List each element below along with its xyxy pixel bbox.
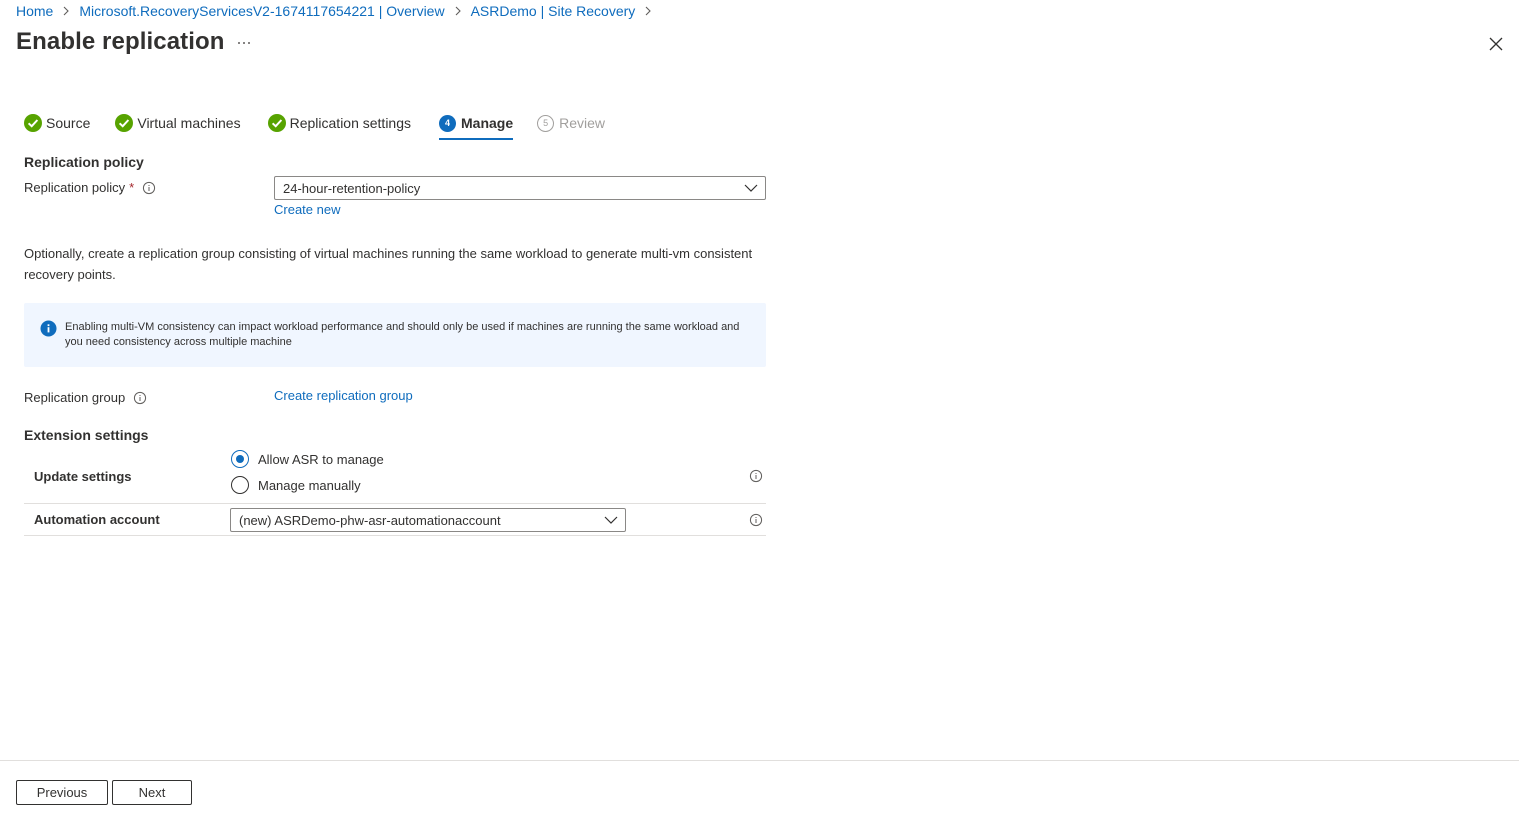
multi-vm-info-text: Enabling multi-VM consistency can impact… [65,321,740,348]
required-marker: * [129,180,135,195]
multi-vm-info-banner: Enabling multi-VM consistency can impact… [24,303,766,367]
tab-virtual-machines-label: Virtual machines [137,115,241,131]
replication-group-label: Replication group [24,390,147,405]
tab-review-label: Review [559,115,606,131]
info-filled-icon [40,320,57,337]
info-icon[interactable] [133,391,147,405]
info-icon[interactable] [749,469,763,483]
radio-manage-manually[interactable]: Manage manually [231,476,361,494]
radio-allow-asr-manage[interactable]: Allow ASR to manage [231,450,384,468]
breadcrumb: Home Microsoft.RecoveryServicesV2-167411… [16,2,661,20]
next-button[interactable]: Next [112,780,192,805]
step-number-badge: 4 [439,114,457,132]
replication-policy-label-text: Replication policy [24,180,126,195]
replication-policy-heading: Replication policy [24,154,144,170]
footer-divider [0,760,1519,761]
breadcrumb-recovery-vault[interactable]: Microsoft.RecoveryServicesV2-16741176542… [79,3,444,19]
update-settings-label: Update settings [34,469,132,484]
check-circle-icon [24,114,42,132]
tab-virtual-machines[interactable]: Virtual machines [115,110,241,136]
info-icon[interactable] [142,181,156,195]
row-divider [24,503,766,504]
automation-account-value: (new) ASRDemo-phw-asr-automationaccount [239,512,501,528]
radio-button-checked[interactable] [231,450,249,468]
create-replication-group-link[interactable]: Create replication group [274,388,413,403]
replication-group-label-text: Replication group [24,390,126,405]
tab-manage[interactable]: 4 Manage [439,110,514,140]
info-icon[interactable] [749,513,763,527]
chevron-right-icon [63,6,70,16]
chevron-down-icon [744,184,758,192]
row-divider [24,535,766,536]
previous-button[interactable]: Previous [16,780,108,805]
chevron-right-icon [645,6,652,16]
tab-replication-settings-label: Replication settings [289,115,412,131]
chevron-down-icon [604,516,618,524]
replication-policy-dropdown[interactable]: 24-hour-retention-policy [274,176,766,200]
tab-review[interactable]: 5 Review [537,110,605,136]
wizard-steps: Source Virtual machines Replication sett… [24,110,605,142]
more-options-icon[interactable] [234,34,254,52]
extension-settings-heading: Extension settings [24,427,149,443]
radio-allow-asr-manage-label: Allow ASR to manage [258,451,384,467]
tab-manage-label: Manage [461,115,514,131]
close-icon[interactable] [1486,34,1506,54]
enable-replication-page: Home Microsoft.RecoveryServicesV2-167411… [0,0,1519,821]
step-number-badge: 5 [537,114,555,132]
radio-button-unchecked[interactable] [231,476,249,494]
breadcrumb-home[interactable]: Home [16,3,53,19]
radio-manage-manually-label: Manage manually [258,477,361,493]
automation-account-dropdown[interactable]: (new) ASRDemo-phw-asr-automationaccount [230,508,626,532]
automation-account-label: Automation account [34,512,160,527]
breadcrumb-site-recovery[interactable]: ASRDemo | Site Recovery [471,3,636,19]
tab-replication-settings[interactable]: Replication settings [267,110,412,136]
tab-source[interactable]: Source [24,110,90,136]
tab-source-label: Source [46,115,91,131]
page-title: Enable replication [16,28,225,55]
create-new-policy-link[interactable]: Create new [274,202,340,217]
check-circle-icon [115,114,134,132]
check-circle-icon [267,114,286,132]
chevron-right-icon [455,6,461,16]
replication-policy-value: 24-hour-retention-policy [283,180,421,196]
replication-policy-label: Replication policy * [24,180,156,195]
replication-group-description: Optionally, create a replication group c… [24,246,753,282]
